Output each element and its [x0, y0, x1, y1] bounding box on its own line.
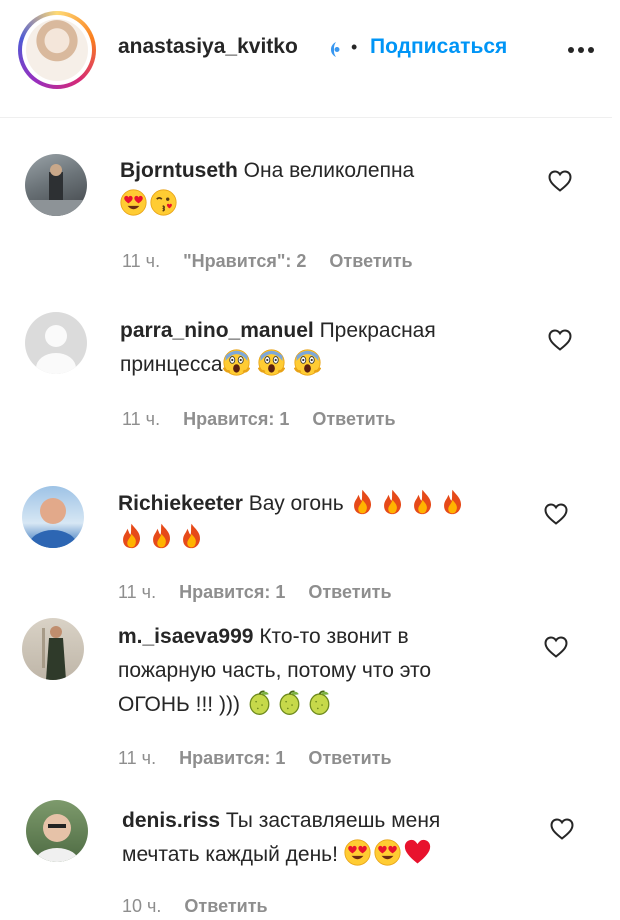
story-ring[interactable]	[18, 11, 96, 89]
comment-username[interactable]: denis.riss	[122, 809, 220, 832]
comment-username[interactable]: parra_nino_manuel	[120, 319, 314, 342]
fire-emoji	[118, 522, 145, 549]
reply-button[interactable]: Ответить	[312, 409, 395, 429]
comment-body: Прекрасная	[319, 319, 436, 342]
fire-emoji	[409, 488, 436, 515]
heart-eyes-emoji	[344, 839, 371, 866]
comment-time[interactable]: 11 ч.	[122, 409, 160, 429]
fire-emoji	[148, 522, 175, 549]
comment-body: Вау огонь	[248, 492, 344, 515]
comment-time[interactable]: 11 ч.	[122, 251, 160, 271]
comment-text: m._isaeva999 Кто-то звонит в пожарную ча…	[118, 620, 431, 722]
lime-emoji	[246, 689, 273, 716]
avatar-photo	[25, 164, 87, 216]
post-header: anastasiya_kvitko • Подписаться	[0, 0, 612, 118]
more-options-icon[interactable]	[566, 34, 596, 64]
scream-emoji	[223, 349, 250, 376]
comment-meta: 11 ч. Нравится: 1 Ответить	[122, 409, 414, 430]
comment-time[interactable]: 11 ч.	[118, 748, 156, 768]
avatar[interactable]	[22, 618, 84, 680]
comment-body-cont: мечтать каждый день!	[122, 843, 338, 866]
avatar-photo	[35, 814, 79, 862]
fire-emoji	[379, 488, 406, 515]
heart-eyes-emoji	[120, 189, 147, 216]
comment-time[interactable]: 10 ч.	[122, 896, 161, 916]
avatar[interactable]	[25, 312, 87, 374]
avatar[interactable]	[26, 19, 88, 81]
default-avatar-icon	[36, 325, 76, 374]
comment-body-cont: принцесса	[120, 353, 223, 376]
lime-emoji	[306, 689, 333, 716]
avatar[interactable]	[22, 486, 84, 548]
like-heart-icon[interactable]	[548, 170, 572, 192]
comment-meta: 11 ч. Нравится: 1 Ответить	[118, 748, 410, 769]
avatar-photo	[42, 626, 66, 680]
comment-username[interactable]: Bjorntuseth	[120, 159, 238, 182]
like-heart-icon[interactable]	[544, 503, 568, 525]
post-author-username[interactable]: anastasiya_kvitko	[118, 35, 298, 59]
like-heart-icon[interactable]	[544, 636, 568, 658]
comment-meta: 11 ч. Нравится: 1 Ответить	[118, 582, 410, 603]
comment-username[interactable]: m._isaeva999	[118, 625, 253, 648]
likes-count[interactable]: Нравится: 1	[183, 409, 289, 429]
avatar-frame	[22, 15, 92, 85]
comment-time[interactable]: 11 ч.	[118, 582, 156, 602]
avatar[interactable]	[25, 154, 87, 216]
reply-button[interactable]: Ответить	[308, 748, 391, 768]
verified-badge-icon	[331, 42, 340, 57]
comment-body: Она великолепна	[243, 159, 415, 182]
comment-meta: 11 ч. "Нравится": 2 Ответить	[122, 251, 431, 272]
fire-emoji	[439, 488, 466, 515]
separator-dot: •	[351, 37, 358, 57]
comment-body-cont: ОГОНЬ !!! )))	[118, 693, 240, 716]
comment-body: Кто-то звонит в	[259, 625, 409, 648]
comment-body: Ты заставляешь меня	[225, 809, 441, 832]
scream-emoji	[258, 349, 285, 376]
heart-eyes-emoji	[374, 839, 401, 866]
comment-username[interactable]: Richiekeeter	[118, 492, 243, 515]
comment-text: Bjorntuseth Она великолепна	[120, 154, 414, 222]
reply-button[interactable]: Ответить	[308, 582, 391, 602]
fire-emoji	[349, 488, 376, 515]
comment-text: parra_nino_manuel Прекрасная принцесса	[120, 314, 436, 382]
fire-emoji	[178, 522, 205, 549]
likes-count[interactable]: Нравится: 1	[179, 582, 285, 602]
avatar[interactable]	[26, 800, 88, 862]
red-heart-emoji	[404, 839, 431, 866]
likes-count[interactable]: Нравится: 1	[179, 748, 285, 768]
like-heart-icon[interactable]	[550, 818, 574, 840]
reply-button[interactable]: Ответить	[184, 896, 267, 916]
like-heart-icon[interactable]	[548, 329, 572, 351]
reply-button[interactable]: Ответить	[329, 251, 412, 271]
comment-text: denis.riss Ты заставляешь меня мечтать к…	[122, 804, 440, 872]
follow-button[interactable]: Подписаться	[370, 35, 507, 59]
kiss-wink-emoji	[150, 189, 177, 216]
lime-emoji	[276, 689, 303, 716]
comment-body-cont: пожарную часть, потому что это	[118, 659, 432, 682]
comment-text: Richiekeeter Вау огонь	[118, 487, 469, 555]
scream-emoji	[294, 349, 321, 376]
comment-meta: 10 ч. Ответить	[122, 896, 286, 917]
likes-count[interactable]: "Нравится": 2	[183, 251, 306, 271]
avatar-photo	[29, 498, 77, 548]
